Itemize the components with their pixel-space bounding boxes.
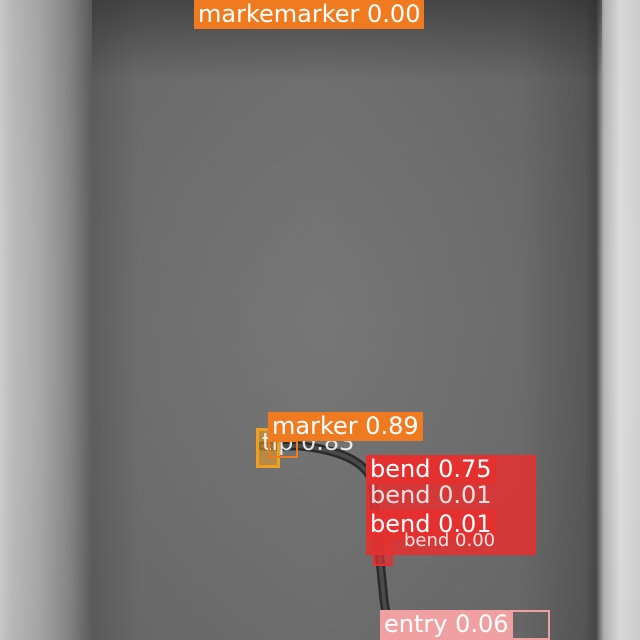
bend-label-1: bend 0.75 [366,455,496,484]
bend-label-4: bend 0.00 [404,530,496,551]
marker-detection-box [268,440,298,458]
bend-small-box [373,540,393,566]
marker-label: marker 0.89 [268,412,423,441]
guidewire [257,441,395,640]
entry-label: entry 0.06 [380,610,513,639]
bend-label-2: bend 0.01 [370,481,492,509]
top-marker-label: markemarker 0.00 [194,0,425,29]
